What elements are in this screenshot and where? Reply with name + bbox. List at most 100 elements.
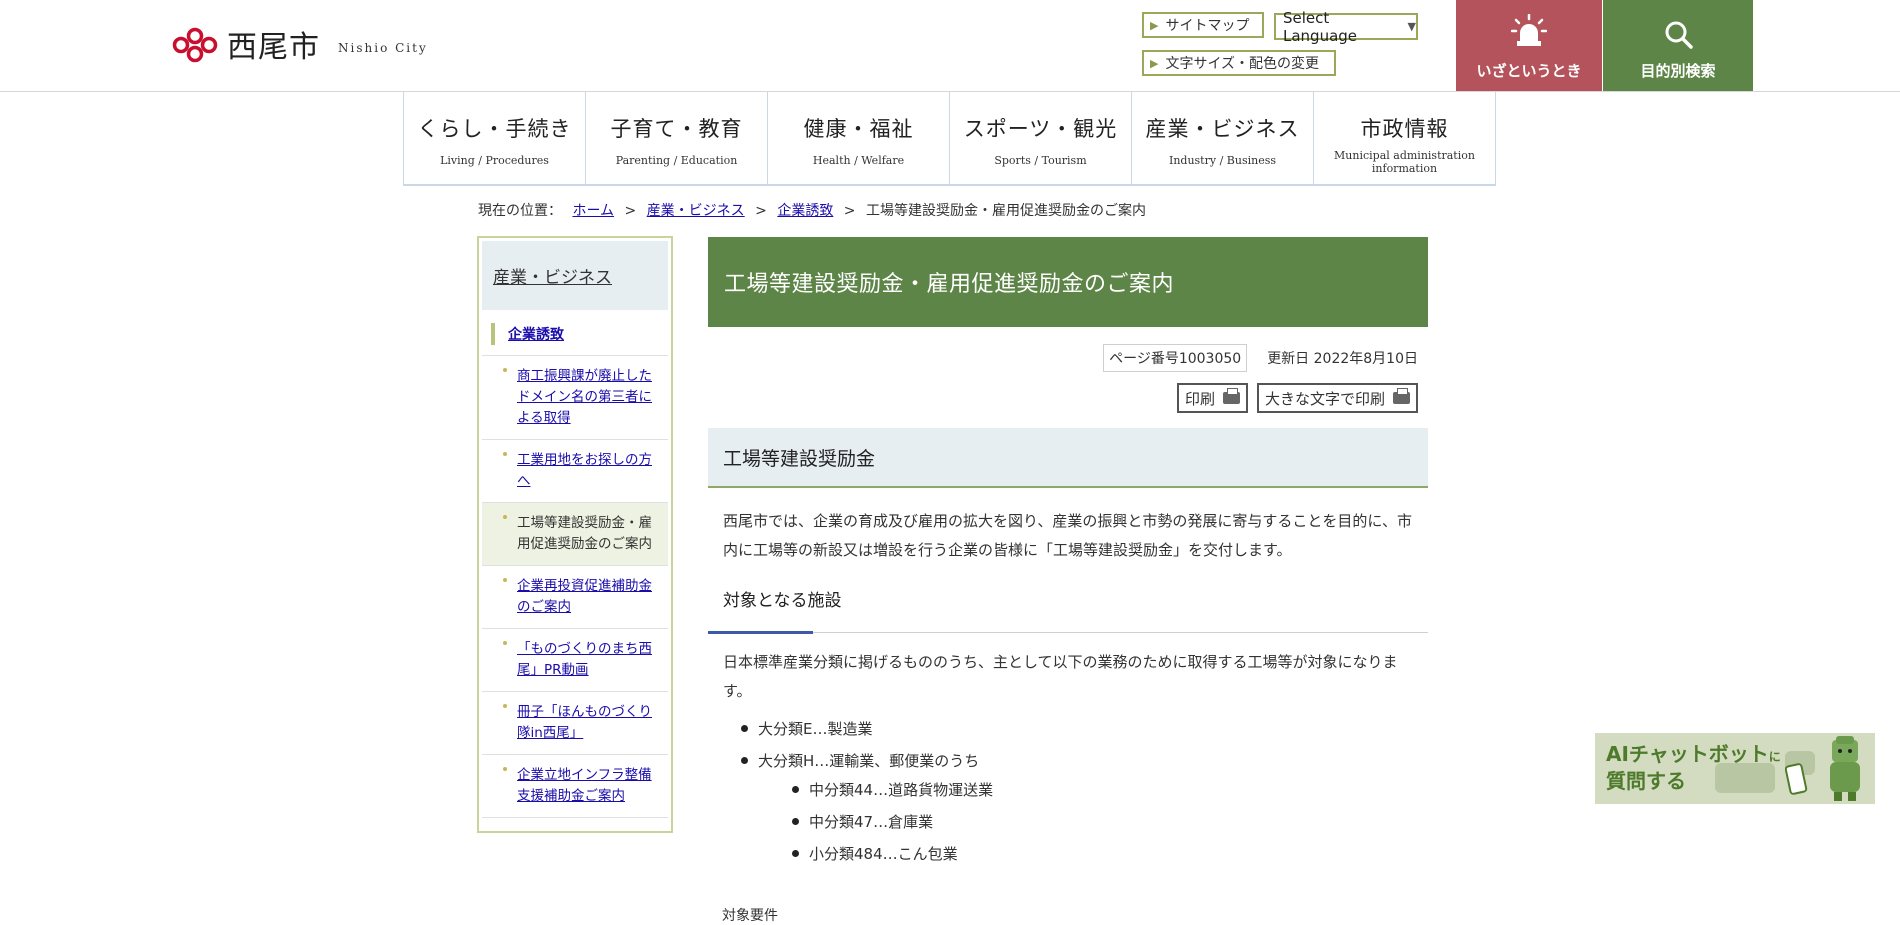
triangle-icon: ▶: [1150, 56, 1159, 70]
ai-chatbot-line2: 質問する: [1606, 769, 1686, 793]
sublist-item: 小分類484…こん包業: [728, 841, 993, 873]
main-content: 工場等建設奨励金・雇用促進奨励金のご案内 ページ番号1003050 更新日 20…: [708, 237, 1428, 863]
sidebar-link[interactable]: 「ものづくりのまち西尾」PR動画: [517, 641, 652, 678]
language-select[interactable]: Select Language ▼: [1274, 9, 1418, 45]
ai-chatbot-line1: AIチャットボット: [1606, 742, 1769, 766]
printer-icon: [1393, 388, 1410, 404]
mascot-character-icon: [1823, 736, 1867, 804]
ai-chatbot-banner[interactable]: AIチャットボットに 質問する: [1595, 733, 1875, 804]
site-logo[interactable]: 西尾市 Nishio City: [171, 22, 428, 66]
sidebar-item: 企業再投資促進補助金のご案内: [482, 566, 668, 629]
sidebar-item: 企業立地インフラ整備支援補助金ご案内: [482, 755, 668, 818]
sublist-item-text: 中分類44…道路貨物運送業: [809, 781, 994, 799]
sidebar-link[interactable]: 企業立地インフラ整備支援補助金ご案内: [517, 767, 652, 804]
bullet-icon: [741, 725, 748, 732]
text-size-label: 文字サイズ・配色の変更: [1165, 56, 1320, 72]
bullet-icon: [741, 757, 748, 764]
sidebar-item-active: 工場等建設奨励金・雇用促進奨励金のご案内: [482, 503, 668, 566]
nav-item-living[interactable]: くらし・手続き Living / Procedures: [404, 91, 586, 186]
nav-label: くらし・手続き: [417, 117, 572, 141]
breadcrumb-home[interactable]: ホーム: [572, 203, 614, 219]
city-emblem-icon: [171, 24, 219, 64]
language-label: Select Language: [1283, 8, 1358, 45]
print-label: 印刷: [1184, 389, 1215, 408]
page-number: ページ番号1003050: [1103, 344, 1248, 372]
list-item-text: 大分類H…運輸業、郵便業のうち: [758, 752, 980, 770]
bullet-icon: [503, 704, 507, 708]
nav-label-en: Sports / Tourism: [994, 154, 1087, 167]
breadcrumb-separator: >: [624, 203, 637, 219]
nav-label: 健康・福祉: [803, 117, 914, 141]
search-label: 目的別検索: [1640, 62, 1716, 80]
emergency-label: いざというとき: [1476, 62, 1582, 80]
nav-label-en: Living / Procedures: [440, 154, 549, 167]
bullet-icon: [503, 452, 507, 456]
nav-label-en: Health / Welfare: [812, 154, 905, 167]
bullet-icon: [503, 368, 507, 372]
siren-icon: [1510, 13, 1548, 52]
nav-item-industry[interactable]: 産業・ビジネス Industry / Business: [1132, 91, 1314, 186]
nav-item-sports[interactable]: スポーツ・観光 Sports / Tourism: [950, 91, 1132, 186]
sidebar-item: 工業用地をお探しの方へ: [482, 440, 668, 503]
bullet-icon: [503, 578, 507, 582]
sidebar-section-link[interactable]: 企業誘致: [508, 324, 564, 344]
breadcrumb-industry[interactable]: 産業・ビジネス: [647, 203, 745, 219]
print-large-label: 大きな文字で印刷: [1264, 389, 1385, 408]
breadcrumb-current: 工場等建設奨励金・雇用促進奨励金のご案内: [865, 203, 1146, 219]
nav-item-municipal[interactable]: 市政情報 Municipal administration informatio…: [1314, 91, 1496, 186]
nav-label-en: Parenting / Education: [615, 154, 738, 167]
sidebar-link[interactable]: 企業再投資促進補助金のご案内: [517, 578, 652, 615]
sidebar: 産業・ビジネス 企業誘致 商工振興課が廃止したドメイン名の第三者による取得 工業…: [477, 236, 673, 833]
city-name-en: Nishio City: [338, 41, 428, 55]
city-name: 西尾市: [227, 30, 320, 65]
sublist-item: 中分類44…道路貨物運送業: [728, 777, 993, 809]
bullet-icon: [503, 641, 507, 645]
sidebar-item: 冊子「ほんものづくり隊in西尾」: [482, 692, 668, 755]
list-item-text: 大分類E…製造業: [758, 720, 873, 738]
breadcrumb: 現在の位置： ホーム > 産業・ビジネス > 企業誘致 > 工場等建設奨励金・雇…: [478, 200, 1146, 220]
sitemap-link[interactable]: ▶ サイトマップ: [1142, 12, 1264, 38]
ai-chatbot-suffix: に: [1768, 750, 1781, 764]
subsection-heading: 対象となる施設: [708, 586, 1428, 634]
bullet-icon: [503, 767, 507, 771]
global-nav: くらし・手続き Living / Procedures 子育て・教育 Paren…: [403, 91, 1496, 186]
nav-item-health[interactable]: 健康・福祉 Health / Welfare: [768, 91, 950, 186]
subsection-heading-text: 対象となる施設: [723, 591, 842, 611]
sidebar-link[interactable]: 冊子「ほんものづくり隊in西尾」: [517, 704, 652, 741]
nav-label-en: Industry / Business: [1168, 154, 1276, 167]
target-list: 大分類E…製造業 大分類H…運輸業、郵便業のうち: [728, 716, 979, 774]
sidebar-item: 「ものづくりのまち西尾」PR動画: [482, 629, 668, 692]
nav-label: 子育て・教育: [610, 117, 743, 141]
sidebar-link[interactable]: 工業用地をお探しの方へ: [517, 452, 652, 489]
intro-paragraph: 西尾市では、企業の育成及び雇用の拡大を図り、産業の振興と市勢の発展に寄与すること…: [723, 512, 1412, 559]
page-meta: ページ番号1003050 更新日 2022年8月10日: [1103, 344, 1418, 372]
purpose-search-button[interactable]: 目的別検索: [1603, 0, 1753, 91]
sitemap-label: サイトマップ: [1165, 18, 1250, 34]
bullet-icon: [792, 850, 799, 857]
updated-date: 更新日 2022年8月10日: [1267, 351, 1418, 367]
text-size-link[interactable]: ▶ 文字サイズ・配色の変更: [1142, 50, 1336, 76]
nav-label-en: Municipal administration information: [1334, 149, 1475, 175]
breadcrumb-invitation[interactable]: 企業誘致: [777, 203, 833, 219]
sidebar-current-section: 企業誘致: [482, 313, 668, 356]
heading-underline: [708, 631, 813, 634]
sidebar-link[interactable]: 商工振興課が廃止したドメイン名の第三者による取得: [517, 368, 652, 426]
print-large-button[interactable]: 大きな文字で印刷: [1256, 383, 1418, 413]
site-header: 西尾市 Nishio City ▶ サイトマップ ▶ 文字サイズ・配色の変更 S…: [0, 0, 1900, 92]
ai-chatbot-label: AIチャットボットに 質問する: [1606, 742, 1781, 793]
triangle-icon: ▶: [1150, 18, 1159, 32]
nav-label: 市政情報: [1360, 117, 1449, 141]
nav-item-parenting[interactable]: 子育て・教育 Parenting / Education: [586, 91, 768, 186]
section-marker: [491, 323, 495, 345]
page-title: 工場等建設奨励金・雇用促進奨励金のご案内: [708, 237, 1428, 327]
target-paragraph: 日本標準産業分類に掲げるもののうち、主として以下の業務のために取得する工場等が対…: [723, 653, 1398, 700]
chevron-down-icon: ▼: [1407, 20, 1416, 33]
sidebar-current-page: 工場等建設奨励金・雇用促進奨励金のご案内: [517, 515, 652, 552]
target-sublist: 中分類44…道路貨物運送業 中分類47…倉庫業 小分類484…こん包業: [728, 777, 993, 873]
nav-label: 産業・ビジネス: [1145, 117, 1300, 141]
breadcrumb-prefix: 現在の位置：: [478, 203, 562, 219]
emergency-button[interactable]: いざというとき: [1456, 0, 1602, 91]
smartphone-icon: [1784, 763, 1811, 799]
sidebar-heading[interactable]: 産業・ビジネス: [482, 241, 668, 310]
print-button[interactable]: 印刷: [1176, 383, 1248, 413]
